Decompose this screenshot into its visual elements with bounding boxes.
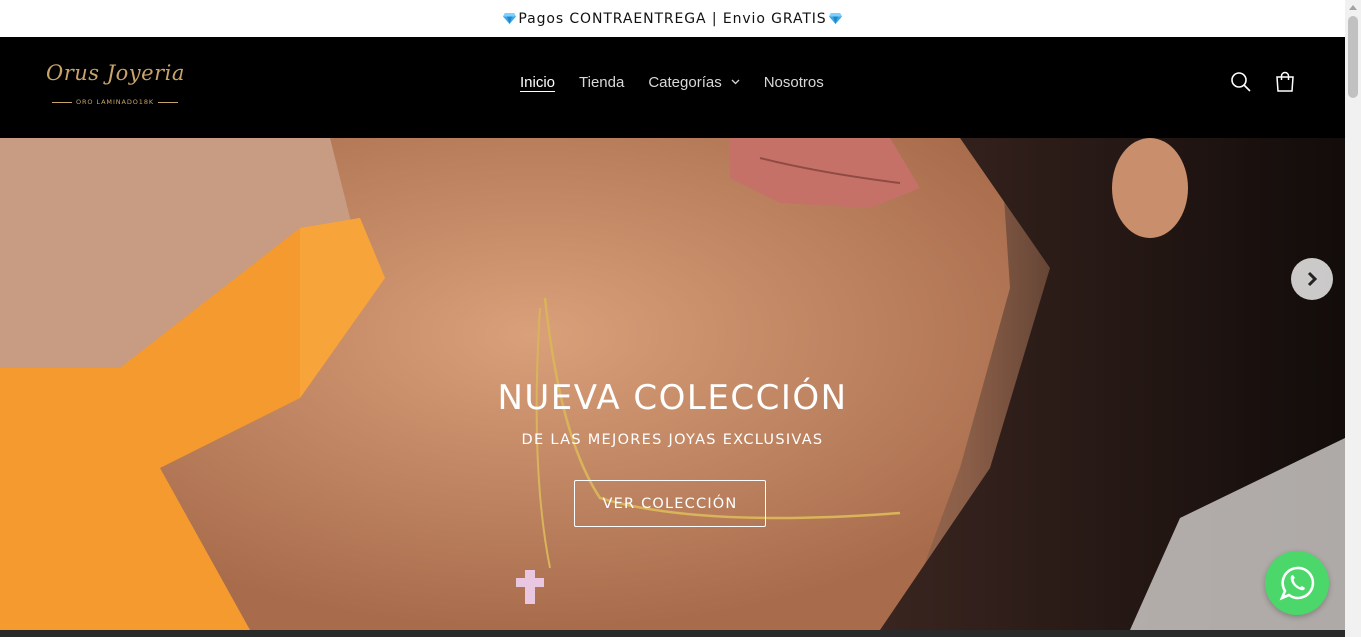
nav-link-inicio[interactable]: Inicio	[508, 68, 567, 97]
ver-coleccion-button[interactable]: VER COLECCIÓN	[574, 480, 766, 527]
chevron-right-icon	[1307, 271, 1318, 287]
logo-tagline-row: ORO LAMINADO18K	[52, 98, 179, 106]
logo-divider	[158, 101, 179, 103]
cart-icon[interactable]	[1273, 70, 1297, 94]
whatsapp-icon	[1279, 566, 1315, 601]
bottom-strip	[0, 630, 1345, 637]
logo[interactable]: Orus Joyeria ORO LAMINADO18K	[46, 61, 196, 115]
nav-link-categorias[interactable]: Categorías	[636, 68, 751, 97]
logo-script: Orus Joyeria	[46, 61, 185, 85]
announcement-bar: Pagos CONTRAENTREGA | Envio GRATIS	[0, 0, 1345, 37]
nav-link-categorias-label: Categorías	[648, 73, 722, 91]
announcement-text: Pagos CONTRAENTREGA | Envio GRATIS	[518, 10, 827, 27]
nav-link-nosotros[interactable]: Nosotros	[752, 68, 836, 97]
site-header: Orus Joyeria ORO LAMINADO18K Inicio Tien…	[0, 37, 1345, 138]
hero-title: NUEVA COLECCIÓN	[497, 378, 848, 418]
chevron-up-icon	[1349, 4, 1357, 10]
scrollbar[interactable]	[1345, 0, 1361, 637]
page: Pagos CONTRAENTREGA | Envio GRATIS Orus …	[0, 0, 1345, 637]
logo-divider	[52, 101, 72, 103]
main-nav: Inicio Tienda Categorías Nosotros	[508, 67, 836, 97]
search-icon[interactable]	[1229, 70, 1253, 94]
scroll-up-arrow[interactable]	[1345, 0, 1361, 14]
logo-tagline: ORO LAMINADO18K	[76, 98, 155, 106]
gem-icon	[828, 13, 842, 24]
hero-subtitle: DE LAS MEJORES JOYAS EXCLUSIVAS	[521, 432, 824, 448]
gem-icon	[503, 13, 517, 24]
slide-next-button[interactable]	[1291, 258, 1333, 300]
hero-banner: NUEVA COLECCIÓN DE LAS MEJORES JOYAS EXC…	[0, 138, 1345, 630]
whatsapp-button[interactable]	[1265, 551, 1329, 615]
hero-content: NUEVA COLECCIÓN DE LAS MEJORES JOYAS EXC…	[0, 378, 1345, 448]
chevron-down-icon	[731, 79, 740, 85]
scroll-thumb[interactable]	[1348, 16, 1358, 98]
nav-link-tienda[interactable]: Tienda	[567, 68, 636, 97]
